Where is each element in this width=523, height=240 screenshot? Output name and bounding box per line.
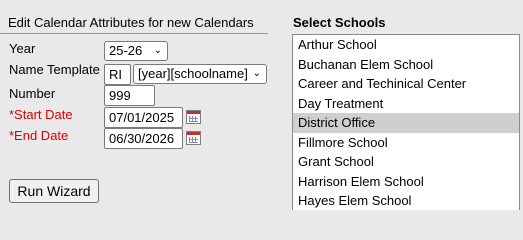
schools-listbox[interactable]: Arthur School Buchanan Elem School Career … — [292, 34, 520, 210]
calendar-wizard: Edit Calendar Attributes for new Calenda… — [0, 0, 523, 210]
school-list-item[interactable]: Day Treatment — [293, 94, 519, 114]
school-list-item[interactable]: Career and Techinical Center — [293, 74, 519, 94]
calendar-icon[interactable] — [186, 110, 201, 124]
name-template-label: Name Template — [9, 62, 100, 77]
year-select[interactable]: 25-26 ⌄ — [104, 41, 168, 61]
form-header: Edit Calendar Attributes for new Calenda… — [8, 15, 254, 30]
school-list-item[interactable]: Arthur School — [293, 35, 519, 55]
chevron-down-icon: ⌄ — [153, 45, 162, 56]
school-list-item[interactable]: Hayes Elem School — [293, 191, 519, 210]
start-date-label: *Start Date — [9, 107, 73, 122]
year-label: Year — [9, 41, 36, 56]
name-template-select-value: [year][schoolname] — [138, 66, 248, 81]
schools-header: Select Schools — [293, 15, 386, 30]
year-select-value: 25-26 — [109, 43, 143, 58]
run-wizard-button[interactable]: Run Wizard — [9, 179, 99, 203]
school-list-item[interactable]: Fillmore School — [293, 133, 519, 153]
end-date-input[interactable]: 06/30/2026 — [104, 128, 183, 149]
number-input[interactable]: 999 — [104, 85, 155, 106]
school-list-item[interactable]: District Office — [293, 113, 519, 133]
start-date-input[interactable]: 07/01/2025 — [104, 107, 183, 128]
number-label: Number — [9, 86, 56, 101]
end-date-label: *End Date — [9, 128, 69, 143]
chevron-down-icon: ⌄ — [252, 68, 261, 79]
name-template-prefix-input[interactable]: RI — [104, 64, 131, 85]
school-list-item[interactable]: Buchanan Elem School — [293, 55, 519, 75]
calendar-icon[interactable] — [186, 131, 201, 145]
school-list-item[interactable]: Harrison Elem School — [293, 172, 519, 192]
header-divider — [0, 33, 268, 34]
school-list-item[interactable]: Grant School — [293, 152, 519, 172]
name-template-select[interactable]: [year][schoolname] ⌄ — [133, 64, 267, 84]
